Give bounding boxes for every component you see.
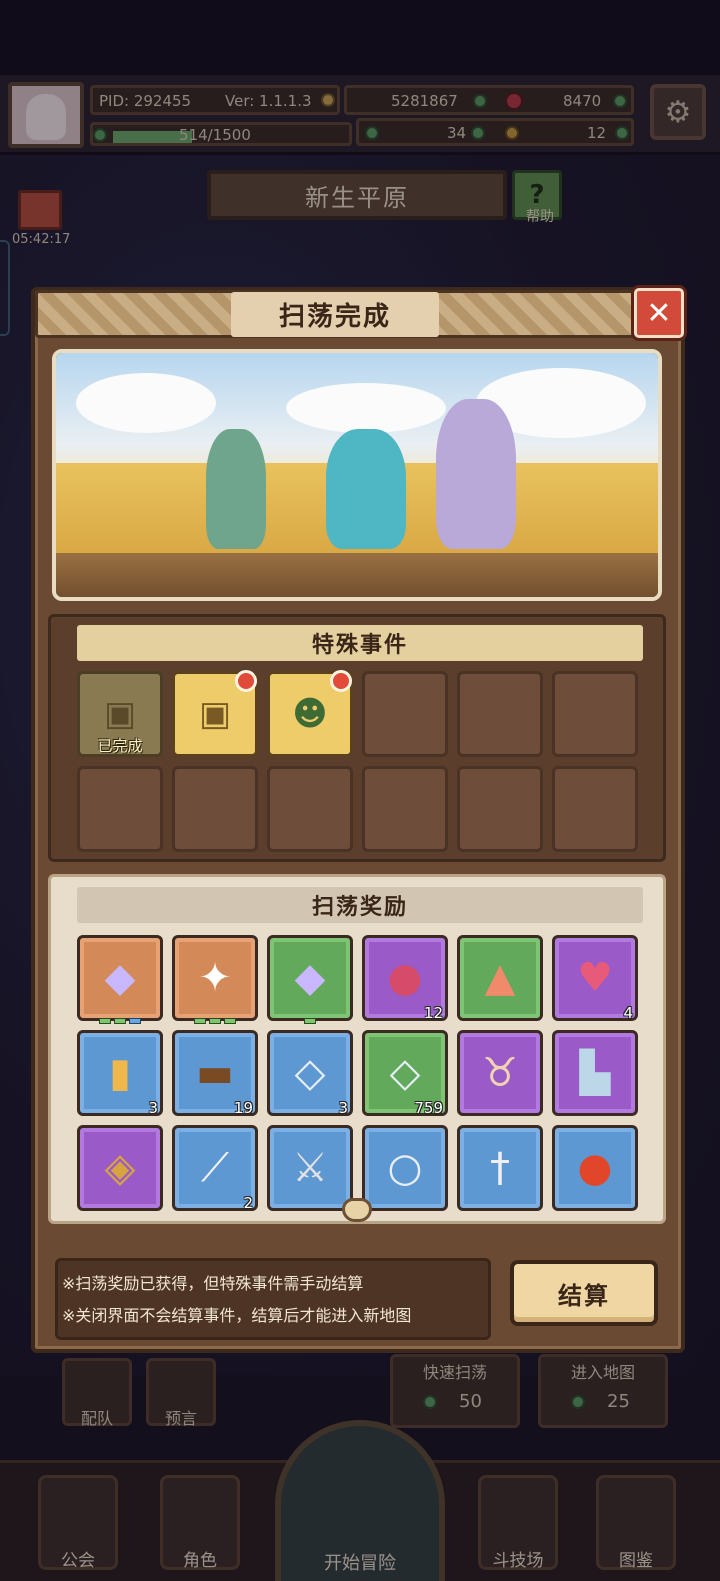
sword-icon: ⚔ — [292, 1145, 328, 1191]
bull-head-icon: ♉ — [482, 1050, 518, 1096]
reward-slot[interactable]: ▮ 3 — [77, 1030, 163, 1117]
event-slot-empty — [552, 671, 638, 757]
event-slot-empty — [362, 766, 448, 852]
event-slot-empty — [552, 766, 638, 852]
purple-gem-icon: ◆ — [104, 955, 136, 1001]
event-slot-empty — [267, 766, 353, 852]
modal-title: 扫荡完成 — [230, 291, 439, 337]
reward-slot[interactable]: ◇ 759 — [362, 1030, 448, 1117]
upgrade-pips — [304, 1018, 316, 1024]
reward-quantity: 4 — [623, 1004, 633, 1022]
upgrade-pips — [99, 1018, 141, 1024]
reward-slot[interactable]: ⚔ — [267, 1125, 353, 1211]
party-scene-image — [52, 349, 662, 601]
reward-slot[interactable]: ● 12 — [362, 935, 448, 1022]
event-slot-goblin[interactable]: ☻ — [267, 670, 353, 757]
upgrade-pips — [194, 1018, 236, 1024]
reward-slot[interactable]: † — [457, 1125, 543, 1211]
white-gem-icon: ✦ — [198, 955, 232, 1001]
sweep-rewards-section: 扫荡奖励 ◆ ✦ ◆ ● 12 ▲ ♥ 4 ▮ 3 ▬ 19 ◇ 3 ◇ 759 ♉ ▙ ◈ ⟋ 2 ⚔ ○ † ● — [48, 874, 666, 1224]
reward-slot[interactable]: ◇ 3 — [267, 1030, 353, 1117]
completed-caption: 已完成 — [97, 737, 143, 755]
hero-knight-girl — [436, 399, 516, 549]
boots-icon: ▙ — [579, 1050, 611, 1096]
scroll-indicator-icon — [342, 1198, 372, 1222]
note-line-2: ※关闭界面不会结算事件，结算后才能进入新地图 — [62, 1306, 412, 1325]
event-slot-empty — [457, 766, 543, 852]
reward-slot[interactable]: ⟋ 2 — [172, 1125, 258, 1212]
amulet-icon: ◈ — [104, 1145, 136, 1191]
event-slot-empty — [457, 671, 543, 757]
reward-slot[interactable]: ▙ — [552, 1030, 638, 1116]
slime-icon: ▲ — [484, 955, 516, 1001]
purple-gem-icon: ◆ — [294, 955, 326, 1001]
reward-quantity: 19 — [233, 1099, 253, 1117]
event-slot-treasure[interactable]: ▣ — [172, 670, 258, 757]
sweep-rewards-heading: 扫荡奖励 — [77, 887, 643, 923]
dagger-icon: † — [490, 1145, 510, 1191]
reward-quantity: 3 — [338, 1099, 348, 1117]
special-events-section: 特殊事件 ▣ 已完成 ▣ ☻ — [48, 614, 666, 862]
event-slot-empty — [172, 766, 258, 852]
settle-button[interactable]: 结算 — [510, 1260, 658, 1326]
hero-mage-girl — [326, 429, 406, 549]
reward-slot[interactable]: ○ — [362, 1125, 448, 1211]
reward-quantity: 759 — [414, 1099, 443, 1117]
special-events-heading: 特殊事件 — [77, 625, 643, 661]
event-slot-empty — [77, 766, 163, 852]
fire-orb-icon: ● — [577, 1145, 613, 1191]
reward-slot[interactable]: ♉ — [457, 1030, 543, 1116]
notification-dot — [330, 670, 352, 692]
orb-icon: ○ — [387, 1145, 423, 1191]
reward-slot[interactable]: ♥ 4 — [552, 935, 638, 1022]
event-slot-empty — [362, 671, 448, 757]
reward-slot[interactable]: ▬ 19 — [172, 1030, 258, 1117]
reward-quantity: 2 — [243, 1194, 253, 1212]
close-icon[interactable]: ✕ — [634, 288, 684, 338]
event-slot-completed[interactable]: ▣ 已完成 — [77, 671, 163, 757]
reward-slot[interactable]: ◆ — [267, 935, 353, 1024]
reward-quantity: 12 — [423, 1004, 443, 1022]
reward-slot[interactable]: ✦ — [172, 935, 258, 1024]
note-line-1: ※扫荡奖励已获得，但特殊事件需手动结算 — [62, 1274, 364, 1293]
reward-slot[interactable]: ● — [552, 1125, 638, 1211]
reward-slot[interactable]: ◈ — [77, 1125, 163, 1211]
notification-dot — [235, 670, 257, 692]
reward-slot[interactable]: ▲ — [457, 935, 543, 1021]
modal-title-bar: 扫荡完成 — [35, 290, 635, 338]
reward-quantity: 3 — [148, 1099, 158, 1117]
reward-slot[interactable]: ◆ — [77, 935, 163, 1024]
hero-bunny-girl — [206, 429, 266, 549]
